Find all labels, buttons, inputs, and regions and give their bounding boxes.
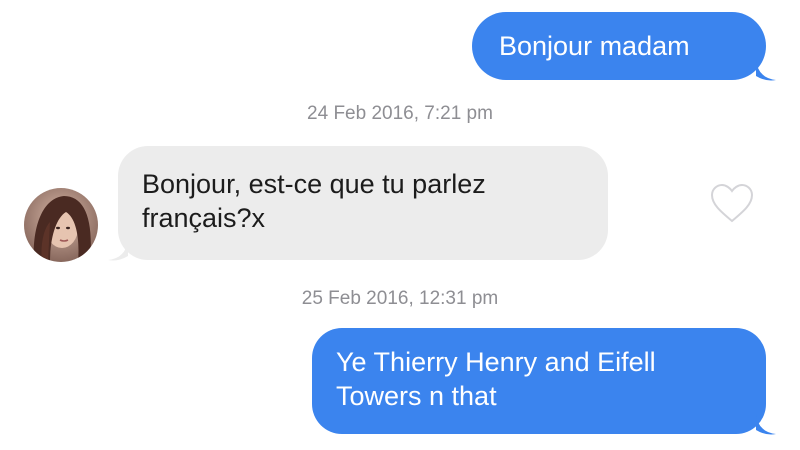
message-text-line: Bonjour, est-ce que tu parlez (142, 169, 486, 199)
outgoing-message-bubble[interactable]: Ye Thierry Henry and Eifell Towers n tha… (312, 328, 766, 434)
timestamp: 25 Feb 2016, 12:31 pm (301, 288, 499, 309)
outgoing-bubble-tail (756, 414, 776, 435)
incoming-bubble-tail (108, 240, 128, 261)
timestamp: 24 Feb 2016, 7:21 pm (307, 103, 493, 124)
outgoing-bubble-tail (756, 60, 776, 81)
message-text-line: français?x (142, 203, 266, 233)
incoming-message-bubble[interactable]: Bonjour, est-ce que tu parlez français?x (118, 146, 608, 260)
message-text-line: Towers n that (336, 381, 497, 411)
message-thread: Bonjour madam 24 Feb 2016, 7:21 pm Bonjo… (0, 0, 800, 450)
contact-avatar[interactable] (24, 188, 98, 262)
avatar-image (24, 188, 98, 262)
message-text: Bonjour madam (499, 31, 690, 61)
heart-outline-icon[interactable] (708, 181, 756, 225)
outgoing-message-bubble[interactable]: Bonjour madam (472, 12, 766, 80)
message-text-line: Ye Thierry Henry and Eifell (336, 347, 656, 377)
